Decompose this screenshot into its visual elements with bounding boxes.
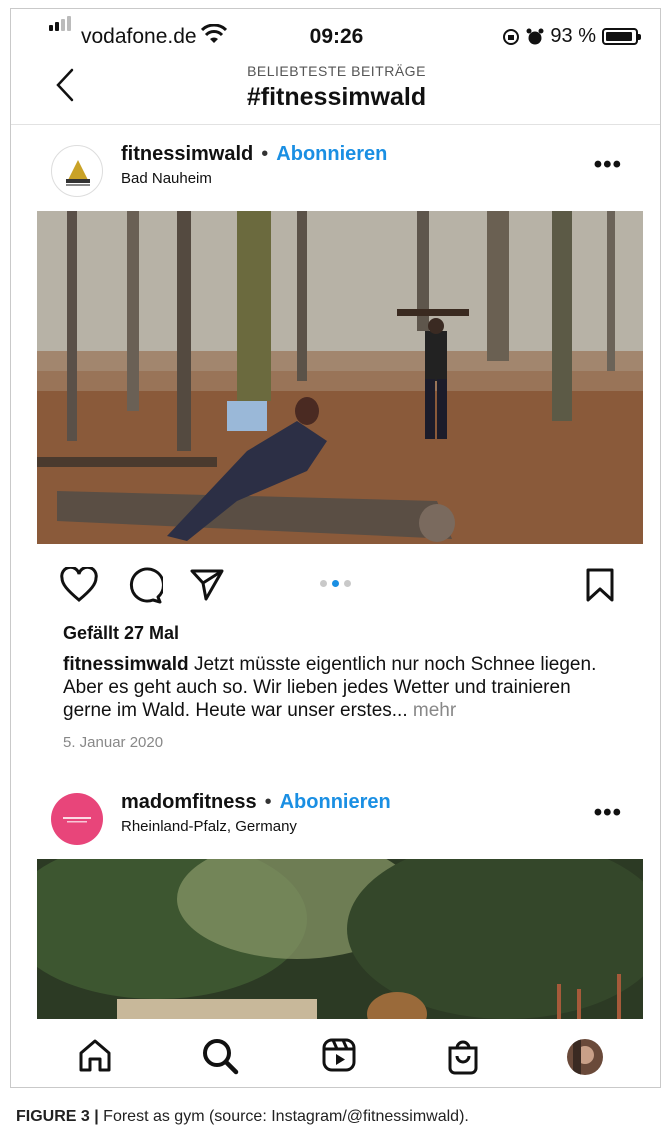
alarm-icon xyxy=(526,28,544,44)
logo-icon xyxy=(66,160,90,186)
more-link[interactable]: mehr xyxy=(413,700,456,721)
battery-percent: 93 % xyxy=(550,25,596,47)
logo-icon xyxy=(63,817,91,823)
post-photo[interactable] xyxy=(37,211,643,544)
rotation-lock-icon xyxy=(503,28,520,45)
figure-label: FIGURE 3 | xyxy=(16,1108,99,1125)
username[interactable]: fitnessimwald xyxy=(121,143,253,165)
location[interactable]: Rheinland-Pfalz, Germany xyxy=(121,818,297,835)
battery-icon xyxy=(602,28,641,45)
more-options-icon[interactable]: ••• xyxy=(594,151,622,179)
phone-screen: vodafone.de 09:26 93 % BELIEBTESTE BEITR… xyxy=(10,8,661,1088)
more-options-icon[interactable]: ••• xyxy=(594,799,622,827)
follow-button[interactable]: Abonnieren xyxy=(280,791,391,813)
share-icon[interactable] xyxy=(189,567,225,603)
avatar[interactable] xyxy=(51,145,103,197)
bookmark-icon[interactable] xyxy=(585,567,615,603)
carousel-dots xyxy=(320,580,351,587)
follow-button[interactable]: Abonnieren xyxy=(276,143,387,165)
status-bar: vodafone.de 09:26 93 % xyxy=(11,9,660,57)
like-heart-icon[interactable] xyxy=(59,567,99,603)
username-line: madomfitness • Abonnieren xyxy=(121,791,391,814)
home-icon[interactable] xyxy=(77,1037,113,1073)
post-actions xyxy=(11,559,660,609)
location[interactable]: Bad Nauheim xyxy=(121,170,212,187)
figure-caption: FIGURE 3 | Forest as gym (source: Instag… xyxy=(16,1108,469,1126)
reels-icon[interactable] xyxy=(321,1037,357,1073)
status-right: 93 % xyxy=(502,25,641,48)
post-photo[interactable] xyxy=(37,859,643,1019)
post-header: madomfitness • Abonnieren Rheinland-Pfalz,… xyxy=(11,783,660,855)
avatar[interactable] xyxy=(51,793,103,845)
forest-photo xyxy=(37,859,643,1019)
profile-avatar[interactable] xyxy=(567,1039,603,1075)
figure-text: Forest as gym (source: Instagram/@fitnes… xyxy=(103,1108,469,1125)
page-title: #fitnessimwald xyxy=(246,83,427,111)
post-header: fitnessimwald • Abonnieren Bad Nauheim ••• xyxy=(11,135,660,207)
forest-photo xyxy=(37,211,643,544)
tab-bar xyxy=(11,1019,660,1087)
username[interactable]: madomfitness xyxy=(121,791,257,813)
like-count[interactable]: Gefällt 27 Mal xyxy=(63,623,179,644)
shop-icon[interactable] xyxy=(445,1037,481,1075)
post-caption: fitnessimwald Jetzt müsste eigentlich nu… xyxy=(63,653,623,722)
post-date: 5. Januar 2020 xyxy=(63,734,164,751)
comment-icon[interactable] xyxy=(125,567,163,605)
username-line: fitnessimwald • Abonnieren xyxy=(121,143,387,166)
separator: • xyxy=(261,143,269,165)
nav-bar: BELIEBTESTE BEITRÄGE #fitnessimwald xyxy=(11,57,660,125)
separator: • xyxy=(264,791,272,813)
nav-subtitle: BELIEBTESTE BEITRÄGE xyxy=(247,63,426,79)
caption-username[interactable]: fitnessimwald xyxy=(63,654,189,675)
search-icon[interactable] xyxy=(201,1037,239,1075)
